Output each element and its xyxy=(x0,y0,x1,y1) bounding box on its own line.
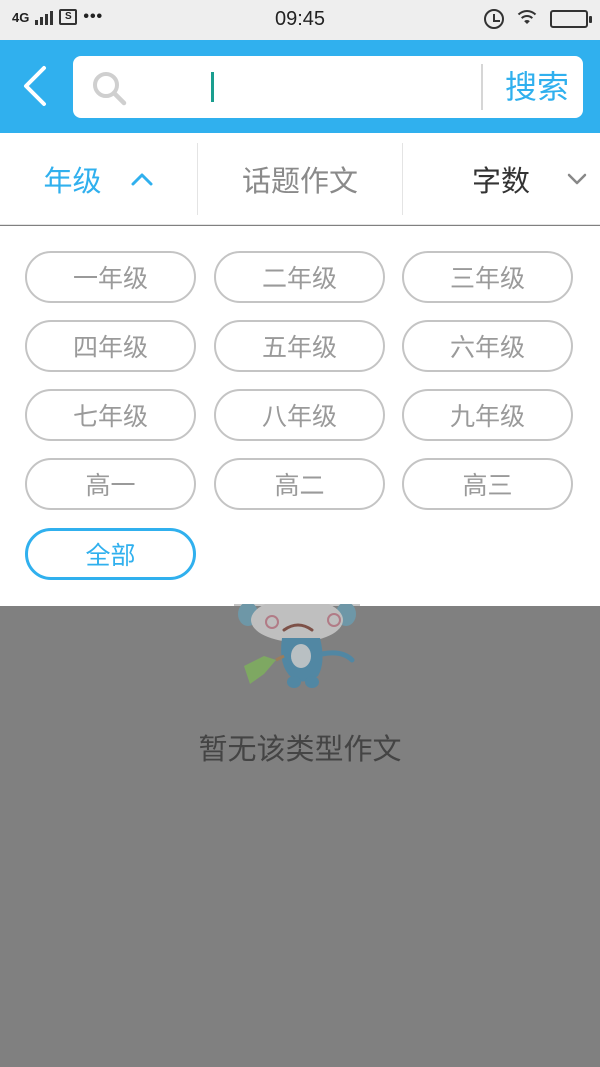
status-bar: 4G S ••• 09:45 xyxy=(0,0,600,40)
search-box: 搜索 xyxy=(73,56,583,118)
grade-option[interactable]: 一年级 xyxy=(25,251,196,303)
search-icon xyxy=(93,72,127,106)
tab-words[interactable]: 字数 xyxy=(403,133,600,225)
chevron-down-icon xyxy=(567,173,587,185)
grade-option[interactable]: 五年级 xyxy=(214,320,385,372)
search-divider xyxy=(481,64,483,110)
grade-option[interactable]: 三年级 xyxy=(402,251,573,303)
search-button[interactable]: 搜索 xyxy=(491,56,583,118)
tab-words-label: 字数 xyxy=(471,164,530,198)
search-input[interactable] xyxy=(137,64,467,110)
grade-option[interactable]: 四年级 xyxy=(25,320,196,372)
battery-icon xyxy=(550,10,592,28)
grade-option[interactable]: 高一 xyxy=(25,458,196,510)
tab-topic-label: 话题作文 xyxy=(241,164,358,198)
empty-state-message: 暂无该类型作文 xyxy=(198,732,402,766)
grade-option-all[interactable]: 全部 xyxy=(25,528,196,580)
status-right xyxy=(484,9,592,29)
filter-bar: 年级 话题作文 字数 xyxy=(0,133,600,225)
grade-option[interactable]: 高二 xyxy=(214,458,385,510)
tab-topic[interactable]: 话题作文 xyxy=(198,133,402,225)
search-header: 搜索 xyxy=(0,40,600,133)
text-cursor xyxy=(211,72,214,102)
chevron-up-icon xyxy=(131,173,152,186)
alarm-icon xyxy=(484,9,504,29)
tab-grade-label: 年级 xyxy=(43,164,102,198)
tab-grade[interactable]: 年级 xyxy=(0,133,197,225)
grade-option[interactable]: 七年级 xyxy=(25,389,196,441)
grade-option[interactable]: 八年级 xyxy=(214,389,385,441)
grade-option[interactable]: 高三 xyxy=(402,458,573,510)
back-button[interactable] xyxy=(14,62,58,110)
grade-option[interactable]: 九年级 xyxy=(402,389,573,441)
sad-mascot-icon xyxy=(234,604,360,690)
chevron-left-icon xyxy=(24,66,46,106)
grade-option[interactable]: 二年级 xyxy=(214,251,385,303)
grade-dropdown: 一年级 二年级 三年级 四年级 五年级 六年级 七年级 八年级 九年级 高一 高… xyxy=(0,226,600,606)
grade-option[interactable]: 六年级 xyxy=(402,320,573,372)
wifi-icon xyxy=(514,9,540,29)
